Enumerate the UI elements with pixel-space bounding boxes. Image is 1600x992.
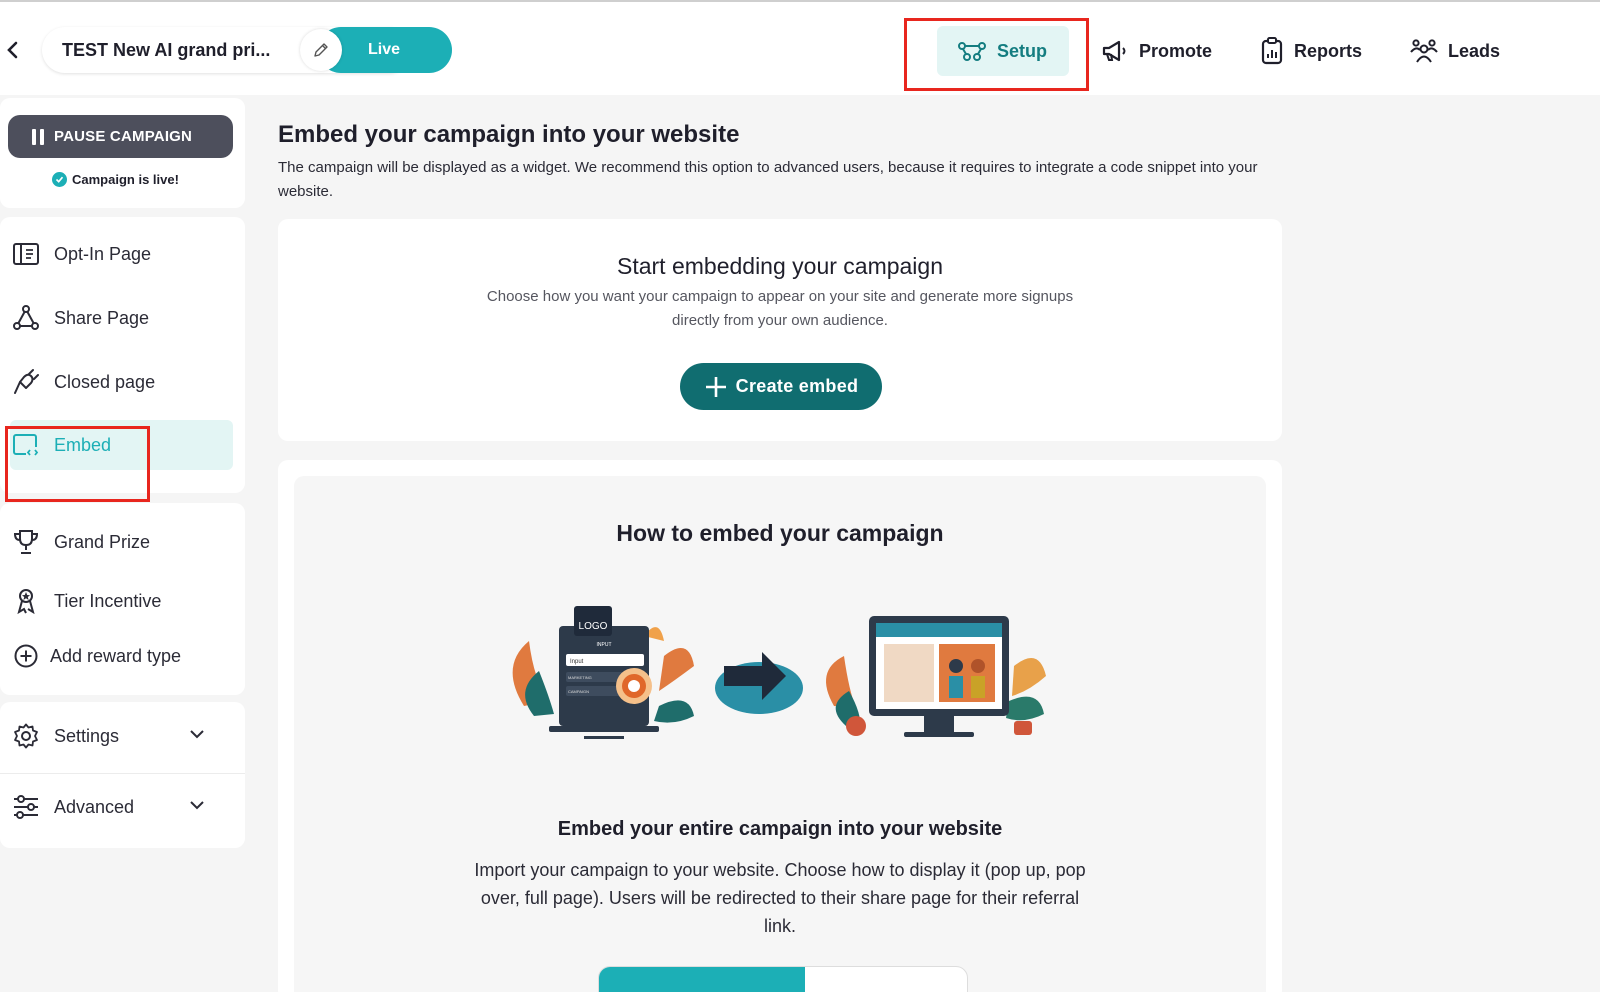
start-embedding-card: Start embedding your campaign Choose how… [278, 219, 1282, 441]
sidebar-item-closed-page[interactable]: Closed page [10, 357, 233, 407]
how-to-embed-panel: How to embed your campaign LOGO INPUT In… [294, 476, 1266, 992]
nav-promote[interactable]: Promote [1101, 26, 1212, 76]
svg-text:INPUT: INPUT [597, 642, 612, 648]
sidebar-item-tier-incentive[interactable]: Tier Incentive [10, 576, 233, 626]
add-reward-type-label: Add reward type [50, 645, 182, 666]
start-embedding-heading: Start embedding your campaign [616, 253, 944, 279]
add-reward-type-button[interactable]: Add reward type [10, 631, 233, 681]
embed-type-tabs[interactable] [598, 966, 968, 992]
nav-reports-label: Reports [1294, 40, 1363, 61]
check-icon [52, 172, 67, 187]
back-arrow-icon[interactable] [2, 38, 22, 62]
monitor-illustration [826, 616, 1046, 737]
people-icon [1410, 39, 1438, 63]
opt-in-icon [12, 240, 40, 268]
sidebar-item-label: Grand Prize [54, 531, 151, 552]
nav-setup-label: Setup [997, 40, 1048, 61]
sidebar-item-label: Settings [54, 725, 120, 746]
sliders-icon [12, 793, 40, 821]
svg-text:MARKETING: MARKETING [568, 675, 592, 680]
sidebar-item-share-page[interactable]: Share Page [10, 293, 233, 343]
campaign-name-pill: TEST New AI grand pri... Live [42, 27, 452, 73]
page-description: The campaign will be displayed as a widg… [278, 159, 1258, 200]
start-embedding-text: Choose how you want your campaign to app… [486, 288, 1074, 329]
campaign-name: TEST New AI grand pri... [62, 40, 271, 60]
sidebar-item-opt-in-page[interactable]: Opt-In Page [10, 229, 233, 279]
sidebar-item-label: Opt-In Page [54, 243, 152, 264]
how-to-embed-card: How to embed your campaign LOGO INPUT In… [278, 460, 1282, 992]
clipboard-icon [1261, 37, 1283, 65]
gear-icon [12, 722, 40, 750]
edit-name-button[interactable] [300, 29, 342, 71]
pause-icon [32, 128, 44, 145]
nav-leads-label: Leads [1448, 40, 1501, 61]
plus-icon [705, 376, 726, 397]
chevron-down-icon [190, 801, 204, 810]
pencil-icon [314, 43, 328, 57]
sidebar-item-label: Tier Incentive [54, 590, 162, 611]
sidebar-item-advanced[interactable]: Advanced [10, 782, 233, 832]
setup-icon [958, 42, 986, 61]
nav-promote-label: Promote [1139, 40, 1213, 61]
embed-illustration: LOGO INPUT Input MARKETING CAMPAIGN [512, 606, 1046, 739]
campaign-live-text: Campaign is live! [72, 172, 179, 187]
nav-setup[interactable]: Setup [937, 26, 1069, 76]
create-embed-label: Create embed [735, 376, 859, 396]
trophy-icon [12, 528, 40, 556]
campaign-status-card: PAUSE CAMPAIGN Campaign is live! [0, 98, 245, 208]
nav-reports[interactable]: Reports [1260, 26, 1362, 76]
create-embed-button[interactable]: Create embed [680, 363, 882, 410]
sidebar-item-label: Share Page [54, 307, 150, 328]
plus-circle-icon [12, 642, 40, 670]
svg-text:CAMPAIGN: CAMPAIGN [568, 689, 589, 694]
how-to-embed-text: Import your campaign to your website. Ch… [474, 860, 1086, 936]
pause-campaign-button[interactable]: PAUSE CAMPAIGN [8, 115, 233, 158]
settings-section: Settings Advanced [0, 702, 245, 848]
sidebar-item-label: Closed page [54, 371, 156, 392]
campaign-live-status: Campaign is live! [52, 172, 179, 187]
sidebar-item-label: Advanced [54, 796, 135, 817]
how-to-embed-subtitle: Embed your entire campaign into your web… [557, 818, 1003, 840]
nav-leads[interactable]: Leads [1410, 26, 1500, 76]
how-to-embed-title: How to embed your campaign [616, 520, 944, 546]
plug-icon [12, 368, 40, 396]
form-illustration: LOGO INPUT Input MARKETING CAMPAIGN [512, 606, 694, 739]
embed-type-tab-active[interactable] [599, 967, 805, 992]
embed-highlight-box [5, 426, 150, 502]
megaphone-icon [1102, 40, 1126, 62]
svg-text:Input: Input [570, 659, 584, 665]
sidebar-item-grand-prize[interactable]: Grand Prize [10, 517, 233, 567]
svg-text:LOGO: LOGO [579, 621, 608, 632]
award-icon [12, 587, 40, 615]
arrow-illustration [715, 652, 803, 714]
divider [0, 773, 245, 774]
chevron-down-icon [190, 730, 204, 739]
rewards-section: Grand Prize Tier Incentive Add reward ty… [0, 503, 245, 695]
sidebar-item-settings[interactable]: Settings [10, 711, 233, 761]
live-label: Live [368, 41, 401, 58]
page-title: Embed your campaign into your website [278, 121, 740, 148]
top-bar: TEST New AI grand pri... Live Setup Prom… [0, 0, 1600, 95]
share-icon [12, 304, 40, 332]
pause-campaign-label: PAUSE CAMPAIGN [54, 128, 193, 145]
